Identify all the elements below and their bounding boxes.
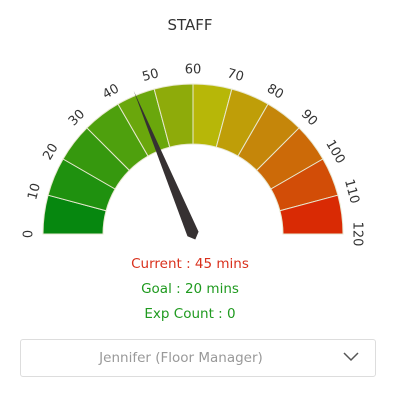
gauge-tick-label: 110 [341,178,362,206]
staff-select[interactable]: Jennifer (Floor Manager) [20,339,376,377]
gauge-tick-label: 70 [226,66,246,85]
gauge-tick-label: 80 [264,81,286,102]
gauge-tick-label: 100 [322,137,347,166]
chevron-down-icon [343,352,359,362]
gauge-tick-label: 90 [298,107,320,129]
exp-count: Exp Count : 0 [144,306,236,322]
gauge-tick-label: 0 [22,230,37,238]
gauge-tick-label: 60 [185,63,202,78]
gauge-tick-label: 30 [66,107,88,129]
current-value: Current : 45 mins [131,256,249,272]
gauge: 01020304050 60 708090100110120 [22,63,365,247]
gauge-tick-label: 40 [100,81,122,102]
gauge-tick-label: 20 [40,141,61,163]
gauge-tick-label: 120 [350,222,365,247]
gauge-tick-label: 50 [141,66,161,85]
staff-select-value: Jennifer (Floor Manager) [99,350,263,366]
goal-value: Goal : 20 mins [141,281,239,297]
gauge-tick-label: 10 [25,182,44,202]
